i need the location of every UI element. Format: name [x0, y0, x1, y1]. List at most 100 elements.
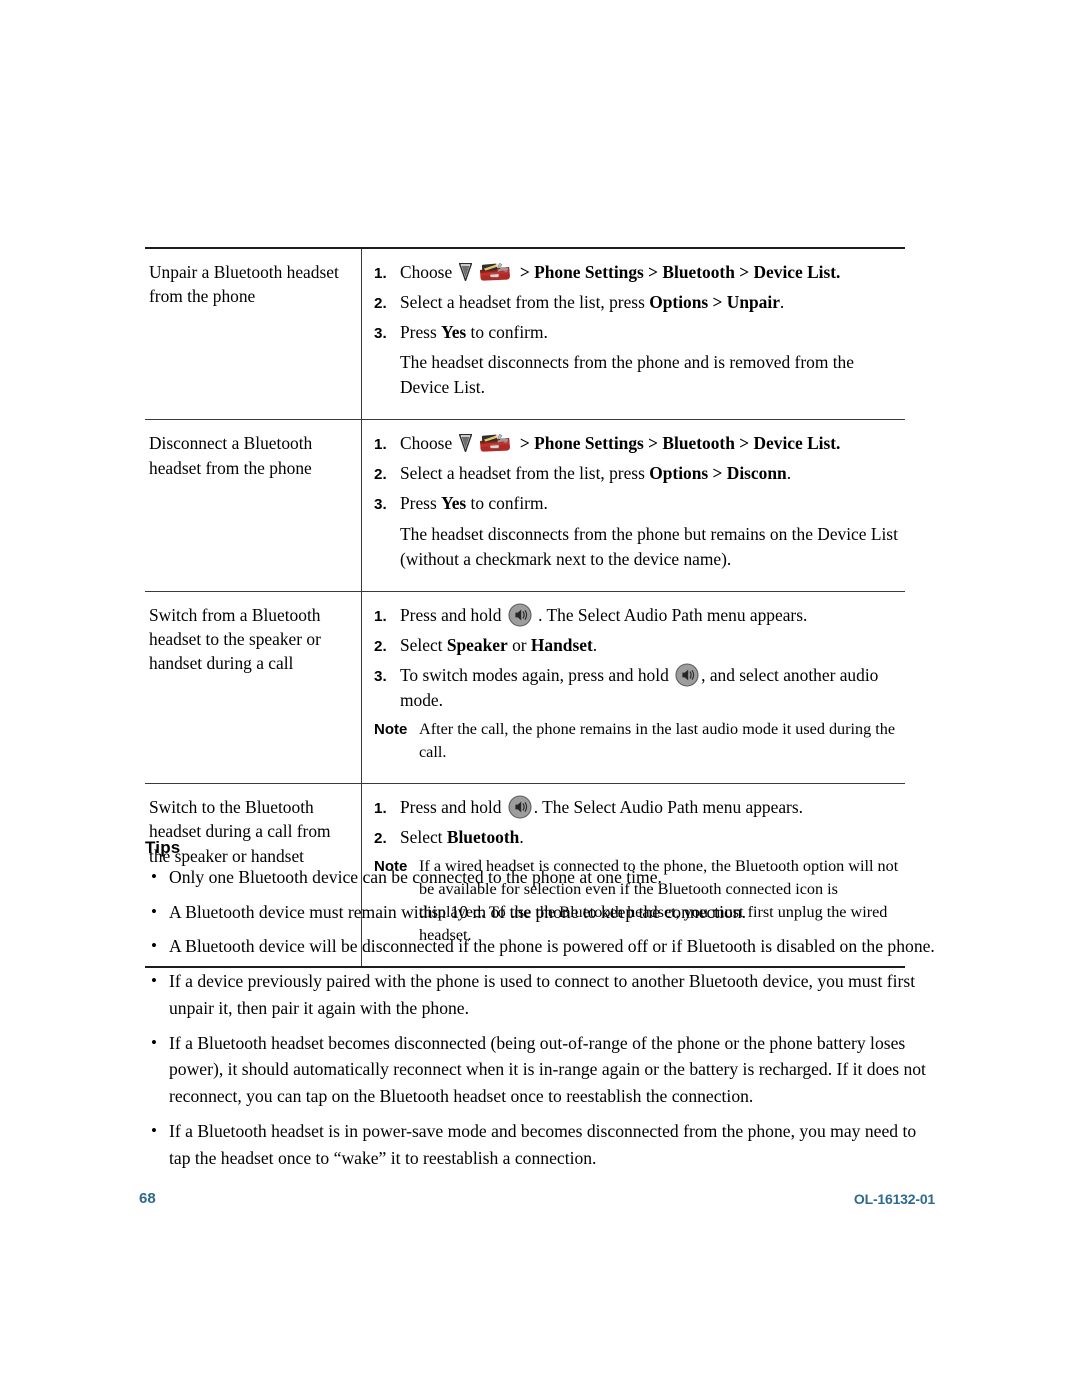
step-text: Press Yes to confirm. — [400, 320, 899, 345]
step-item: 2. Select a headset from the list, press … — [362, 290, 899, 315]
step-text: Press and hold . The Select Audio Path m… — [400, 603, 899, 628]
step-item: 1. Choose > Phone Settings > Bluetooth > … — [362, 431, 899, 456]
step-text: Choose > Phone Settings > Bluetooth > De… — [400, 260, 899, 285]
step-number: 1. — [374, 799, 387, 817]
procedure-steps-cell: 1. Press and hold . The Select Audio Path… — [361, 591, 905, 783]
step-item: 1. Press and hold . The Select Audio Path… — [362, 795, 899, 820]
body-text: or — [507, 634, 531, 655]
list-item: • If a Bluetooth headset becomes disconne… — [145, 1030, 935, 1110]
bullet-icon: • — [151, 1120, 157, 1140]
step-text: Select a headset from the list, press Op… — [400, 461, 899, 486]
step-item: 2. Select Bluetooth. — [362, 825, 899, 850]
tip-text: If a Bluetooth headset becomes disconnec… — [169, 1032, 926, 1107]
tips-heading: Tips — [145, 838, 181, 857]
step-number: 3. — [374, 325, 387, 343]
step-number: 2. — [374, 466, 387, 484]
body-text: To switch modes again, press and hold — [400, 664, 674, 685]
body-text: Choose — [400, 433, 457, 454]
list-item: • If a device previously paired with the … — [145, 968, 935, 1021]
step-text: Press Yes to confirm. — [400, 491, 899, 516]
tip-text: If a Bluetooth headset is in power-save … — [169, 1120, 917, 1168]
footer-page-number: 68 — [139, 1190, 156, 1207]
step-item: 2. Select a headset from the list, press … — [362, 461, 899, 486]
triangle-glyph-icon — [458, 434, 473, 454]
step-item: 1. Choose > Phone Settings > Bluetooth > … — [362, 260, 899, 285]
tip-text: If a device previously paired with the p… — [169, 971, 916, 1018]
task-description-cell: Disconnect a Bluetooth headset from the … — [149, 433, 313, 478]
emphasis-text: Options > Unpair — [649, 292, 780, 313]
settings-toolbox-icon — [478, 432, 512, 453]
bullet-icon: • — [151, 936, 157, 956]
step-number: 2. — [374, 295, 387, 313]
body-text: After the call, the phone remains in the… — [419, 719, 896, 761]
step-number: 1. — [374, 607, 387, 625]
tip-text: A Bluetooth device must remain within 10… — [169, 901, 747, 922]
body-text: Press — [400, 322, 442, 343]
body-text: to confirm. — [466, 493, 548, 514]
emphasis-text: > Phone Settings > Bluetooth > Device Li… — [515, 433, 841, 454]
bullet-icon: • — [151, 971, 157, 991]
step-item: 2. Select Speaker or Handset. — [362, 633, 899, 658]
footer-document-id: OL-16132-01 — [853, 1191, 935, 1207]
tip-text: Only one Bluetooth device can be connect… — [169, 867, 662, 887]
list-item: • A Bluetooth device will be disconnected… — [145, 933, 935, 960]
body-text: Press and hold — [400, 604, 506, 625]
body-text: . The Select Audio Path menu appears. — [533, 604, 808, 625]
body-text: Select — [400, 634, 447, 655]
emphasis-text: Yes — [441, 322, 467, 343]
step-number: 2. — [374, 829, 387, 847]
table-row: Switch from a Bluetooth headset to the s… — [145, 591, 905, 784]
task-description-cell: Unpair a Bluetooth headset from the phon… — [149, 262, 339, 307]
body-text: Select a headset from the list, press — [400, 463, 650, 484]
note-text: After the call, the phone remains in the… — [419, 718, 899, 764]
tips-list: • Only one Bluetooth device can be connec… — [145, 864, 935, 1179]
speaker-button-icon — [675, 663, 699, 687]
step-item: 3. To switch modes again, press and hold … — [362, 663, 899, 713]
body-text: . — [786, 463, 792, 484]
list-item: • A Bluetooth device must remain within 1… — [145, 899, 935, 926]
step-number: 2. — [374, 637, 387, 655]
step-number: 3. — [374, 667, 387, 685]
list-item: • Only one Bluetooth device can be connec… — [145, 864, 935, 891]
step-text: Press and hold . The Select Audio Path m… — [400, 795, 899, 820]
body-text: . — [519, 826, 524, 847]
body-text: Press — [400, 493, 442, 514]
bullet-icon: • — [151, 867, 157, 886]
step-text: Select a headset from the list, press Op… — [400, 290, 899, 315]
step-item: 3. Press Yes to confirm. — [362, 320, 899, 345]
emphasis-text: > Phone Settings > Bluetooth > Device Li… — [515, 262, 841, 282]
emphasis-text: Handset — [530, 634, 593, 655]
step-number: 1. — [374, 436, 387, 454]
body-text: . — [592, 634, 598, 655]
emphasis-text: Yes — [441, 493, 467, 514]
step-number: 3. — [374, 496, 387, 514]
table-row: Unpair a Bluetooth headset from the phon… — [145, 247, 905, 421]
bullet-icon: • — [151, 1032, 157, 1052]
speaker-button-icon — [508, 603, 532, 627]
body-text: to confirm. — [466, 322, 548, 343]
emphasis-text: Bluetooth — [446, 826, 520, 847]
body-text: . — [779, 292, 785, 313]
body-text: Press and hold — [400, 796, 506, 817]
body-text: Choose — [400, 262, 457, 282]
step-text: Select Speaker or Handset. — [400, 633, 899, 658]
list-item: • If a Bluetooth headset is in power-save… — [145, 1118, 935, 1171]
step-text: Select Bluetooth. — [400, 825, 899, 850]
emphasis-text: Options > Disconn — [649, 463, 787, 484]
document-page: Unpair a Bluetooth headset from the phon… — [0, 0, 1080, 1397]
step-item: 1. Press and hold . The Select Audio Path… — [362, 603, 899, 628]
body-text: Select a headset from the list, press — [400, 292, 650, 313]
tip-text: A Bluetooth device will be disconnected … — [169, 936, 935, 957]
procedure-table: Unpair a Bluetooth headset from the phon… — [145, 247, 905, 968]
step-text: Choose > Phone Settings > Bluetooth > De… — [400, 431, 899, 456]
step-number: 1. — [374, 265, 387, 282]
speaker-button-icon — [508, 795, 532, 819]
step-result-text: The headset disconnects from the phone a… — [400, 352, 854, 398]
task-description-cell: Switch from a Bluetooth headset to the s… — [149, 604, 321, 674]
triangle-glyph-icon — [458, 262, 473, 283]
note-block: Note After the call, the phone remains in… — [362, 718, 899, 764]
step-text: To switch modes again, press and hold , … — [400, 663, 899, 713]
body-text: . The Select Audio Path menu appears. — [533, 796, 803, 817]
step-result-text: The headset disconnects from the phone b… — [400, 523, 898, 569]
bullet-icon: • — [151, 901, 157, 921]
